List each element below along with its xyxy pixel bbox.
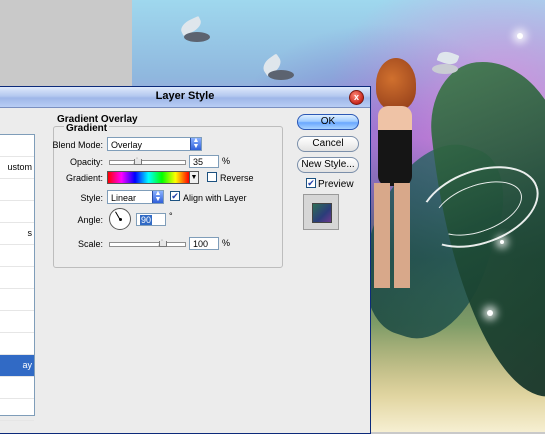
gradient-swatch[interactable]: [107, 171, 190, 184]
ok-button[interactable]: OK: [297, 114, 359, 130]
angle-label: Angle:: [77, 215, 103, 225]
style-label: Style:: [80, 193, 103, 203]
opacity-field[interactable]: 35: [189, 155, 219, 168]
cancel-button[interactable]: Cancel: [297, 136, 359, 152]
preview-checkbox[interactable]: [306, 178, 316, 188]
sparkle: [487, 310, 493, 316]
preview-thumbnail: [303, 194, 339, 230]
angle-unit: °: [169, 211, 173, 221]
style-list-item[interactable]: [0, 135, 34, 157]
sparkle: [500, 240, 504, 244]
gradient-label: Gradient:: [65, 173, 103, 183]
angle-field[interactable]: 90: [136, 213, 166, 226]
reverse-label: Reverse: [220, 173, 254, 183]
blend-mode-value: Overlay: [111, 140, 143, 150]
scale-slider[interactable]: [109, 239, 186, 247]
dove-icon: [176, 15, 216, 42]
slider-thumb-icon[interactable]: [132, 157, 142, 165]
woman-figure: [364, 58, 434, 288]
title-bar[interactable]: Layer Style x: [0, 87, 370, 108]
styles-list[interactable]: ustom s ay: [0, 134, 35, 421]
style-list-item[interactable]: [0, 399, 34, 421]
style-value: Linear: [111, 193, 137, 203]
angle-value: 90: [140, 215, 153, 225]
opacity-unit: %: [222, 156, 231, 166]
style-list-item[interactable]: s: [0, 223, 34, 245]
spinner-arrows-icon: ▲ ▼: [190, 137, 201, 150]
style-list-item[interactable]: ustom: [0, 157, 34, 179]
scale-label: Scale:: [77, 239, 103, 249]
opacity-slider[interactable]: [109, 157, 186, 165]
style-list-item[interactable]: [0, 333, 34, 355]
dove-icon: [259, 53, 300, 80]
group-title: Gradient: [64, 123, 110, 134]
new-style-button[interactable]: New Style...: [297, 157, 359, 173]
preview-label: Preview: [318, 179, 354, 190]
preview-swatch: [312, 203, 332, 223]
reverse-checkbox[interactable]: [207, 172, 217, 182]
align-with-layer-label: Align with Layer: [183, 193, 247, 203]
blend-mode-label: Blend Mode:: [52, 140, 103, 150]
dialog-title: Layer Style: [155, 90, 215, 102]
spinner-arrows-icon: ▲ ▼: [152, 190, 163, 203]
styles-panel: ustom s ay: [0, 108, 36, 433]
blend-mode-select[interactable]: Overlay ▲ ▼: [107, 137, 202, 151]
style-list-item[interactable]: ay: [0, 355, 34, 377]
style-list-item[interactable]: [0, 201, 34, 223]
sparkle: [517, 33, 523, 39]
style-select[interactable]: Linear ▲ ▼: [107, 190, 164, 204]
style-list-item[interactable]: [0, 267, 34, 289]
layer-style-dialog: Layer Style x ustom s ay Gradient Overlay …: [0, 86, 371, 434]
angle-dial[interactable]: [109, 208, 131, 230]
chevron-down-icon[interactable]: ▼: [190, 171, 199, 184]
opacity-label: Opacity:: [69, 157, 103, 167]
style-list-item[interactable]: [0, 289, 34, 311]
style-list-item[interactable]: [0, 245, 34, 267]
style-list-item[interactable]: [0, 179, 34, 201]
close-icon[interactable]: x: [349, 90, 364, 105]
gradient-overlay-panel: Gradient Overlay Gradient Blend Mode: Ov…: [45, 114, 287, 274]
align-with-layer-checkbox[interactable]: [170, 191, 180, 201]
slider-thumb-icon[interactable]: [157, 239, 167, 247]
style-list-item[interactable]: [0, 377, 34, 399]
scale-unit: %: [222, 238, 231, 248]
angle-center-dot: [119, 218, 122, 221]
dove-icon: [424, 48, 464, 74]
style-list-item[interactable]: [0, 311, 34, 333]
scale-field[interactable]: 100: [189, 237, 219, 250]
